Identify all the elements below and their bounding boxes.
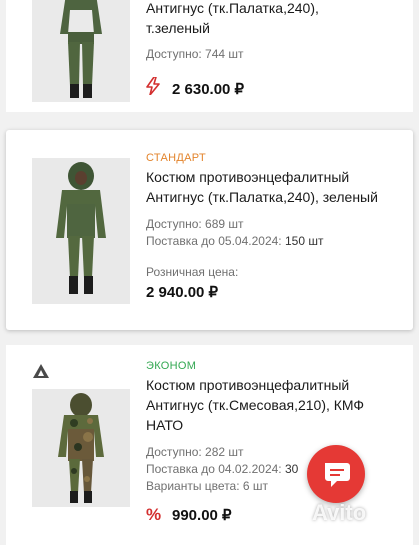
chat-button[interactable] (307, 445, 365, 503)
supply-date: Поставка до 05.04.2024: (146, 234, 282, 248)
price: 2 940.00 ₽ (146, 284, 219, 301)
product-photo[interactable] (32, 389, 130, 507)
price: 990.00 ₽ (172, 507, 232, 524)
price-row: 2 630.00 ₽ (146, 76, 405, 100)
title-line: т.зеленый (146, 20, 210, 36)
title-line: Антигнус (тк.Палатка,240), зеленый (146, 189, 378, 205)
percent-icon: % (146, 505, 162, 524)
supply-quantity: 30 (284, 462, 299, 476)
availability: Доступно: 744 шт (146, 47, 244, 61)
product-photo[interactable] (32, 158, 130, 304)
title-line: НАТО (146, 417, 184, 433)
product-card[interactable]: СТАНДАРТ Костюм противоэнцефалитный Анти… (6, 130, 413, 330)
product-title[interactable]: Костюм противоэнцефалитный Антигнус (тк.… (146, 375, 405, 435)
supply-quantity: 150 шт (284, 234, 324, 248)
availability: Доступно: 282 шт (146, 445, 244, 459)
title-line: Антигнус (тк.Палатка,240), (146, 0, 319, 16)
retail-price-label: Розничная цена: (146, 265, 239, 279)
product-title[interactable]: Костюм противоэнцефалитный Антигнус (тк.… (146, 167, 405, 207)
supply-date: Поставка до 04.02.2024: (146, 462, 282, 476)
brand-logo-icon (33, 364, 49, 378)
price: 2 630.00 ₽ (172, 80, 245, 98)
title-line: Костюм противоэнцефалитный (146, 169, 350, 185)
product-title[interactable]: Антигнус (тк.Палатка,240), т.зеленый (146, 0, 405, 38)
product-photo[interactable] (32, 0, 130, 102)
category-badge: СТАНДАРТ (146, 152, 206, 164)
title-line: Костюм противоэнцефалитный (146, 377, 350, 393)
chat-icon (325, 463, 350, 487)
category-badge: ЭКОНОМ (146, 360, 197, 372)
lightning-icon (146, 76, 164, 100)
title-line: Антигнус (тк.Смесовая,210), КМФ (146, 397, 365, 413)
availability: Доступно: 689 шт (146, 217, 244, 231)
supply-info: Поставка до 04.02.2024: 30 (146, 461, 405, 478)
product-card[interactable]: Антигнус (тк.Палатка,240), т.зеленый Дос… (6, 0, 413, 112)
supply-info: Поставка до 05.04.2024: 150 шт (146, 233, 405, 250)
color-variants: Варианты цвета: 6 шт (146, 479, 269, 493)
avito-watermark: Avito (312, 500, 367, 525)
